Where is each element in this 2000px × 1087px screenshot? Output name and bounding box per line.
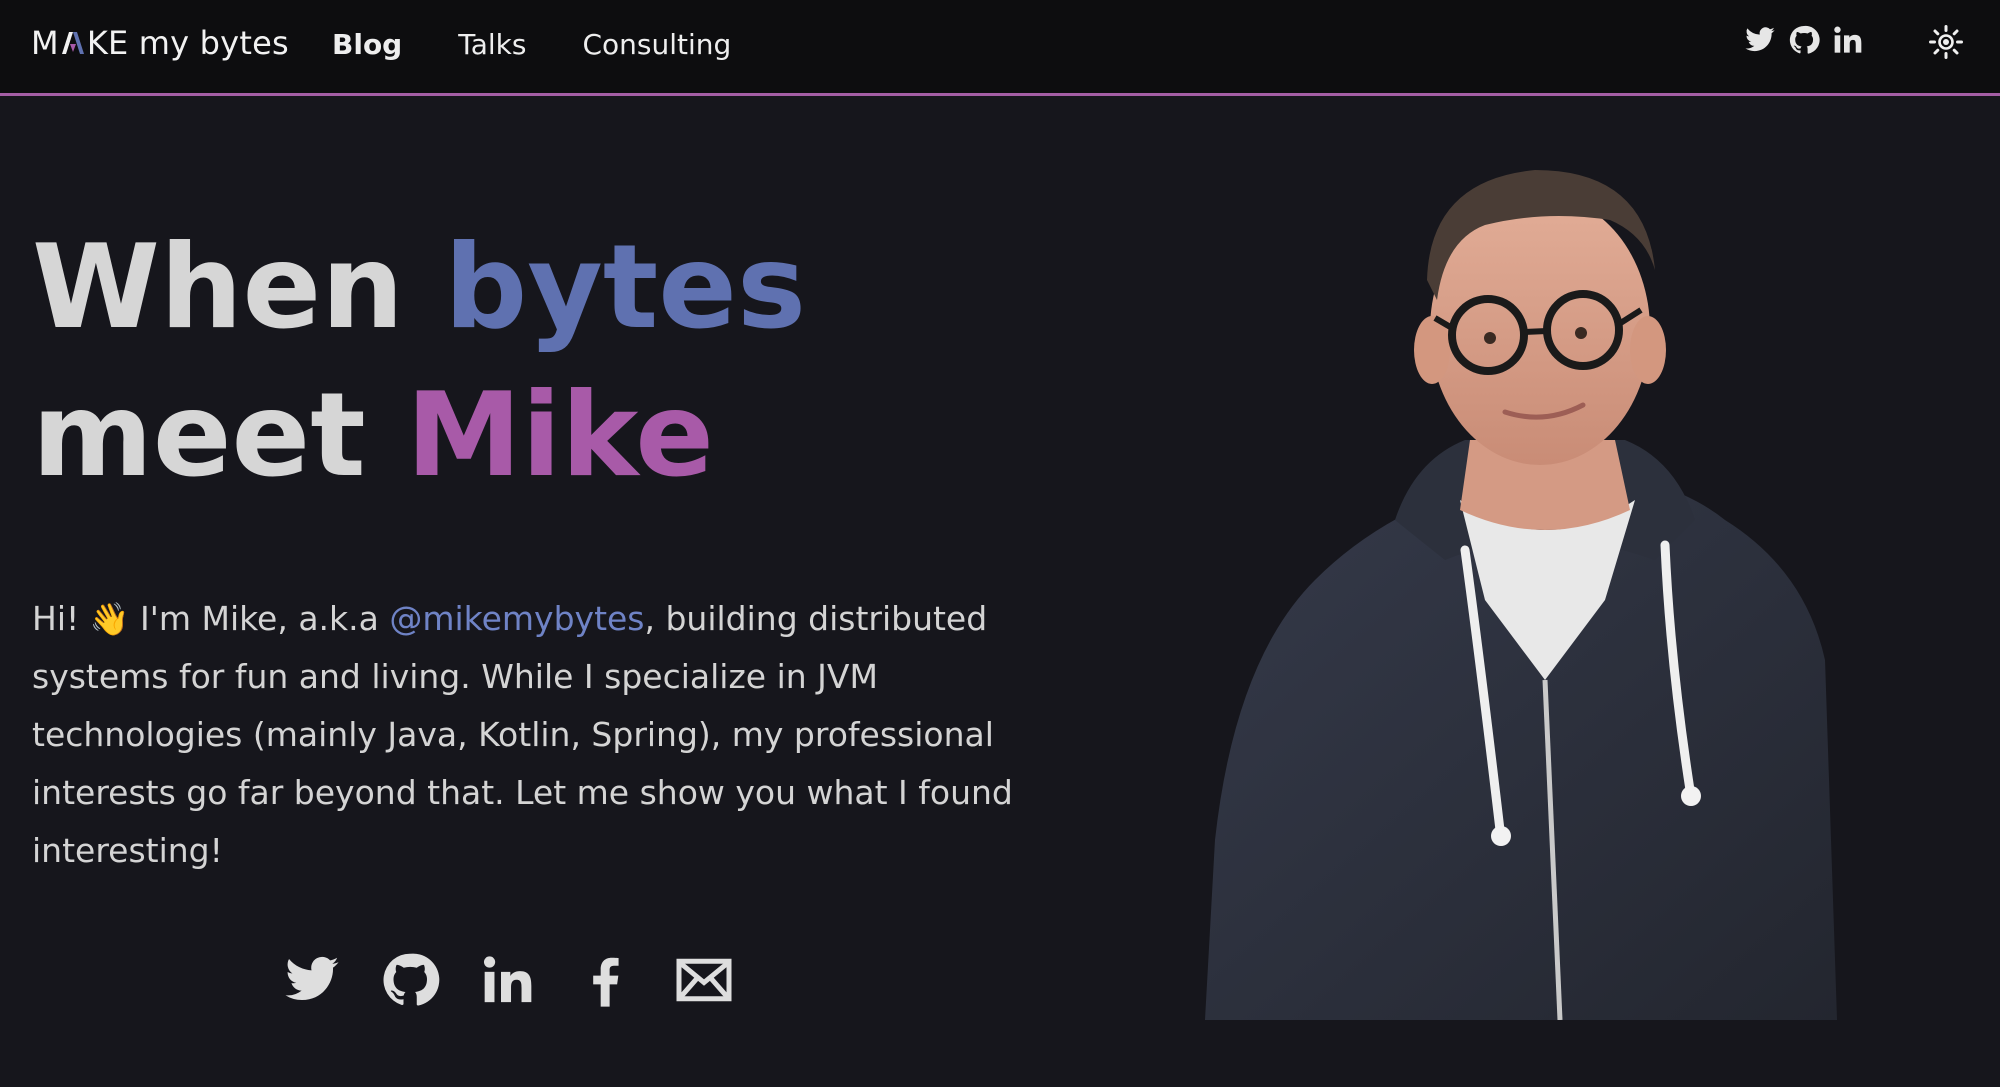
hero-line1-text: When (32, 220, 445, 355)
site-logo[interactable]: M KE my bytes (31, 21, 289, 65)
facebook-link[interactable] (576, 950, 636, 1010)
hero-line2-text: meet (32, 368, 407, 503)
hero-accent-mike: Mike (406, 368, 714, 503)
hero-accent-bytes: bytes (444, 220, 807, 355)
email-link[interactable] (674, 950, 734, 1010)
nav-link-blog[interactable]: Blog (332, 28, 402, 61)
nav-social-links (1744, 24, 1864, 56)
top-navbar: M KE my bytes Blog Talks Consulting (0, 0, 2000, 96)
bio-intro: I'm Mike, a.k.a (129, 599, 390, 638)
linkedin-link[interactable] (478, 950, 538, 1010)
linkedin-icon[interactable] (1832, 24, 1864, 56)
author-portrait-image (1205, 170, 1837, 1020)
hero-title: When bytes meet Mike (32, 214, 806, 510)
twitter-icon (285, 956, 339, 1001)
waving-hand-emoji: 👋 (89, 600, 130, 638)
sun-icon[interactable] (1928, 24, 1964, 60)
social-links-row (282, 950, 734, 1010)
twitter-link[interactable] (282, 950, 342, 1010)
facebook-icon (593, 957, 619, 1007)
bio-greeting: Hi! (32, 599, 90, 638)
logo-text-suffix: KE my bytes (86, 24, 289, 62)
linkedin-icon (483, 956, 532, 1003)
twitter-handle-link[interactable]: @mikemybytes (389, 599, 644, 638)
twitter-icon[interactable] (1744, 24, 1776, 56)
logo-text-prefix: M (31, 24, 59, 62)
nav-link-consulting[interactable]: Consulting (582, 28, 731, 61)
nav-link-talks[interactable]: Talks (458, 28, 526, 61)
main-nav: Blog Talks Consulting (332, 22, 787, 66)
github-icon (383, 953, 440, 1006)
github-icon[interactable] (1788, 24, 1820, 56)
bio-paragraph: Hi! 👋 I'm Mike, a.k.a @mikemybytes, buil… (32, 590, 1022, 880)
github-link[interactable] (380, 950, 440, 1010)
logo-mark-icon (61, 32, 84, 54)
mail-icon (676, 958, 732, 1002)
bio-rest: , building distributed systems for fun a… (32, 599, 1013, 870)
